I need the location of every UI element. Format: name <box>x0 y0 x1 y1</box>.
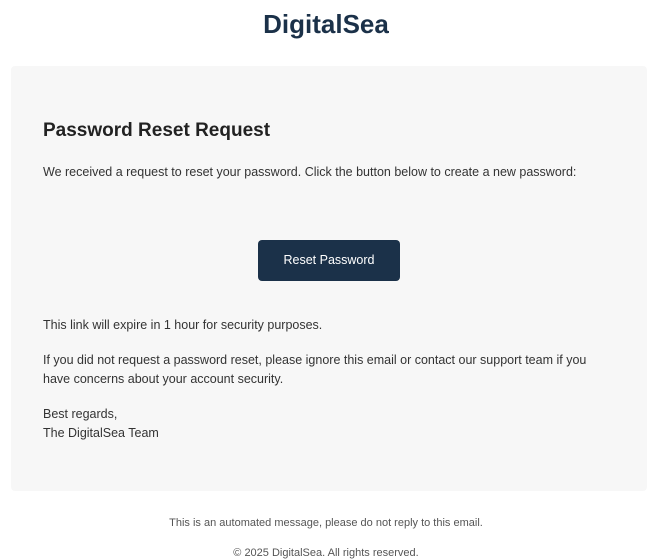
email-title: Password Reset Request <box>43 120 271 141</box>
signoff: Best regards, The DigitalSea Team <box>43 405 343 443</box>
expiry-note: This link will expire in 1 hour for secu… <box>43 318 323 332</box>
reset-password-button[interactable]: Reset Password <box>258 240 400 281</box>
brand-logo-text: DigitalSea <box>263 9 389 39</box>
signoff-team: The DigitalSea Team <box>43 426 159 440</box>
ignore-note: If you did not request a password reset,… <box>43 353 587 386</box>
footer-automated-note: This is an automated message, please do … <box>169 517 483 529</box>
footer-copyright: © 2025 DigitalSea. All rights reserved. <box>233 547 419 559</box>
signoff-greeting: Best regards, <box>43 407 118 421</box>
intro-text: We received a request to reset your pass… <box>43 165 577 179</box>
email-card: Password Reset Request We received a req… <box>11 66 647 491</box>
